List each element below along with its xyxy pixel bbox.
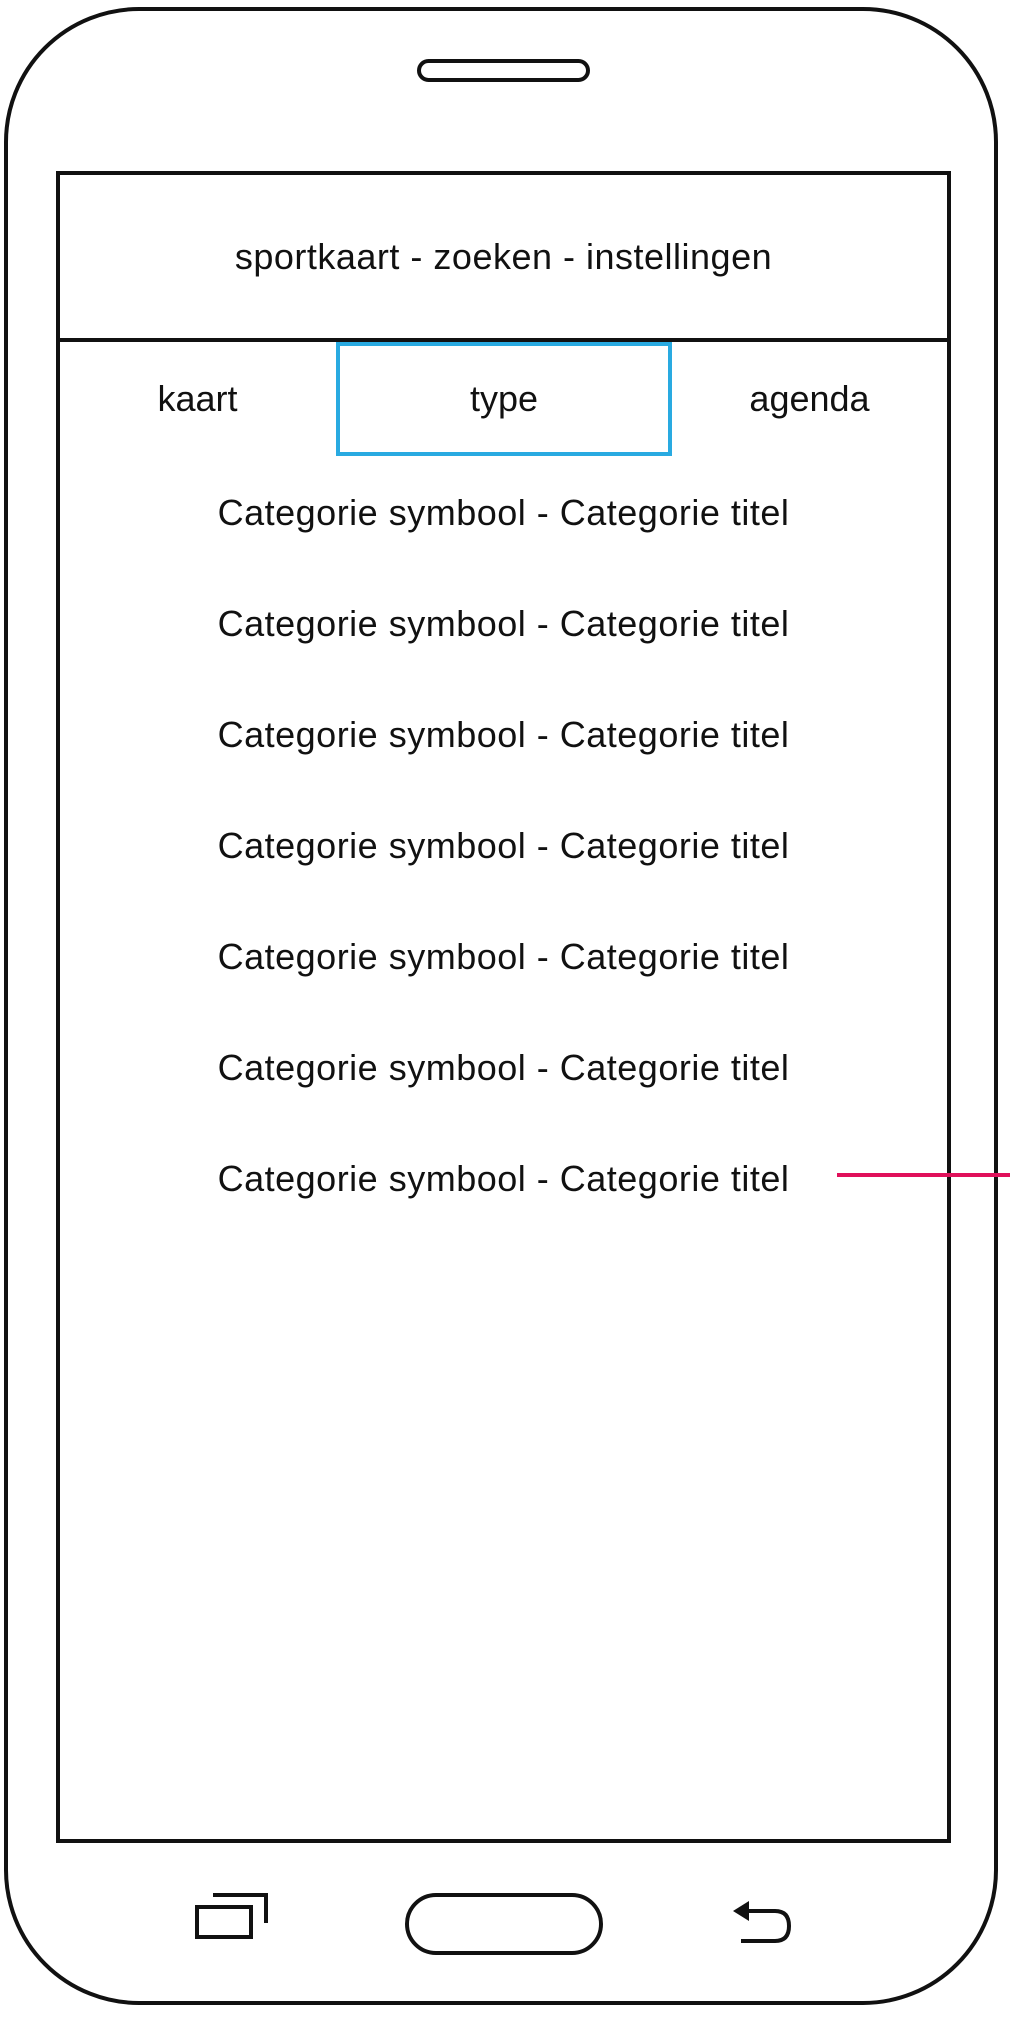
top-bar-title: sportkaart - zoeken - instellingen	[234, 235, 773, 277]
category-list: Categorie symbool - Categorie titel Cate…	[60, 457, 947, 1234]
category-item[interactable]: Categorie symbool - Categorie titel	[60, 790, 947, 901]
category-item[interactable]: Categorie symbool - Categorie titel	[60, 568, 947, 679]
tab-type-label: type	[469, 378, 539, 419]
speaker-grille	[417, 59, 590, 82]
tab-agenda-label: agenda	[749, 378, 870, 419]
category-item[interactable]: Categorie symbool - Categorie titel	[60, 1012, 947, 1123]
tab-bar: kaart type agenda	[60, 342, 947, 460]
tab-kaart[interactable]: kaart	[60, 342, 335, 456]
home-button[interactable]	[405, 1893, 603, 1955]
tab-kaart-label: kaart	[157, 378, 238, 419]
top-bar: sportkaart - zoeken - instellingen	[60, 175, 947, 342]
recent-apps-icon[interactable]	[195, 1893, 270, 1941]
category-item[interactable]: Categorie symbool - Categorie titel	[60, 901, 947, 1012]
category-item[interactable]: Categorie symbool - Categorie titel	[60, 457, 947, 568]
annotation-connector-line	[837, 1173, 1010, 1177]
tab-type[interactable]: type	[336, 342, 672, 456]
tab-agenda[interactable]: agenda	[672, 342, 947, 456]
category-item[interactable]: Categorie symbool - Categorie titel	[60, 679, 947, 790]
back-arrow-svg	[733, 1901, 792, 1943]
recent-apps-front-shape	[195, 1905, 253, 1939]
back-icon[interactable]	[731, 1897, 796, 1947]
category-item[interactable]: Categorie symbool - Categorie titel	[60, 1123, 947, 1234]
app-screen: sportkaart - zoeken - instellingen kaart…	[56, 171, 951, 1843]
